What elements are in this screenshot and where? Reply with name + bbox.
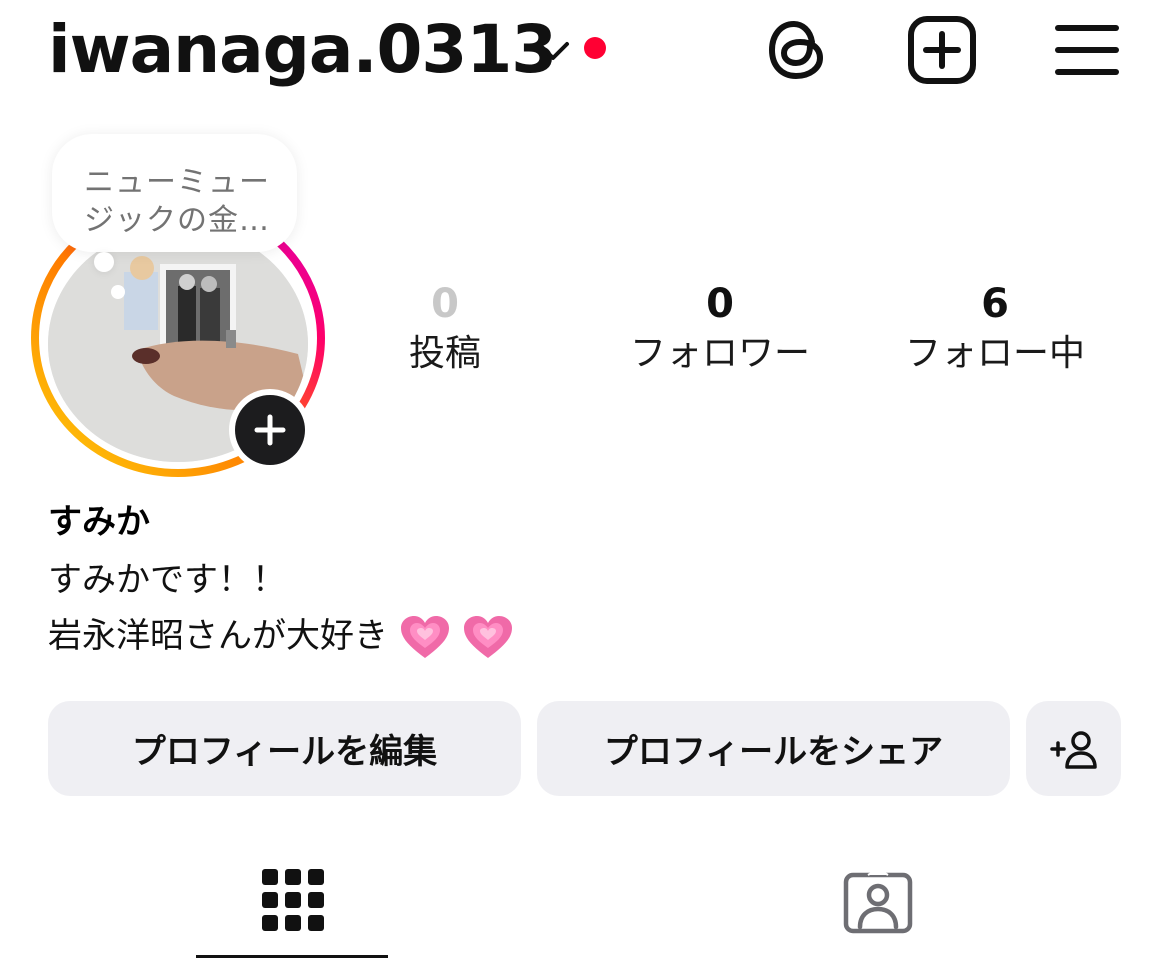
note-text: ニューミュージックの金…: [84, 165, 270, 238]
bio-line-1: すみかです！！: [48, 560, 286, 600]
bio-line-2-row: 岩永洋昭さんが大好き: [48, 608, 514, 664]
add-story-button[interactable]: [229, 389, 311, 471]
create-post-icon[interactable]: [904, 12, 980, 88]
note-bubble-tail: [94, 252, 114, 272]
stat-followers[interactable]: 0 フォロワー: [605, 280, 835, 380]
menu-icon[interactable]: [1052, 12, 1128, 88]
username-title[interactable]: iwanaga.0313: [48, 10, 557, 90]
posts-label: 投稿: [408, 333, 481, 374]
bio-line-2: 岩永洋昭さんが大好き: [48, 616, 388, 656]
growing-heart-emoji: [400, 615, 449, 658]
discover-people-button[interactable]: [1026, 701, 1121, 796]
note-bubble-tail-small: [111, 285, 125, 299]
add-person-icon: [1049, 730, 1097, 769]
followers-count: 0: [706, 281, 734, 327]
following-label: フォロー中: [904, 333, 1085, 374]
notification-dot: [584, 37, 606, 59]
edit-profile-button[interactable]: プロフィールを編集: [48, 701, 521, 796]
note-bubble[interactable]: ニューミュージックの金…: [52, 134, 297, 252]
stat-following[interactable]: 6 フォロー中: [880, 280, 1110, 380]
share-profile-button[interactable]: プロフィールをシェア: [537, 701, 1010, 796]
stat-posts[interactable]: 0 投稿: [330, 280, 560, 380]
tagged-person-icon[interactable]: [842, 869, 914, 935]
chevron-down-icon[interactable]: [533, 34, 573, 66]
followers-label: フォロワー: [629, 333, 810, 374]
plus-icon: [254, 414, 286, 446]
threads-icon[interactable]: [760, 12, 836, 88]
display-name: すみか: [48, 502, 150, 542]
growing-heart-emoji: [463, 615, 512, 658]
following-count: 6: [981, 281, 1009, 327]
active-tab-indicator: [196, 955, 388, 958]
grid-icon[interactable]: [262, 869, 324, 931]
posts-count: 0: [431, 281, 459, 327]
